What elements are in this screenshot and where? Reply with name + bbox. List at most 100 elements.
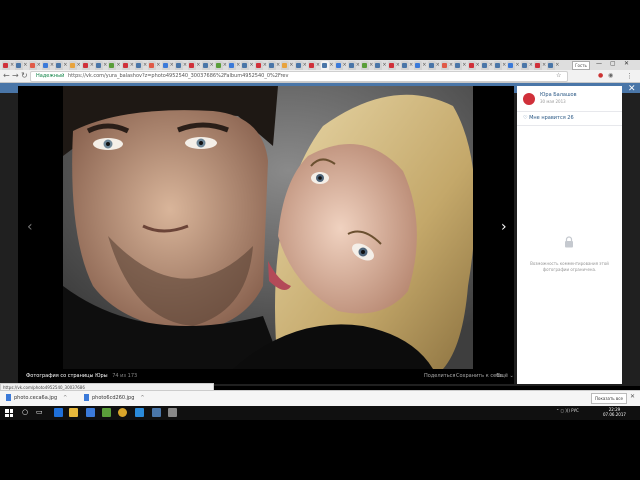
system-tray[interactable]: ⌃ ◻ ))) РУС (556, 408, 579, 413)
tab-close-icon[interactable]: × (369, 62, 373, 68)
windows-start-icon[interactable] (5, 409, 13, 417)
extension-icon[interactable]: ● (598, 71, 603, 81)
browser-tab[interactable]: × (547, 61, 560, 70)
browser-tab[interactable]: × (401, 61, 413, 70)
tab-close-icon[interactable]: × (542, 62, 546, 68)
tab-close-icon[interactable]: × (356, 62, 360, 68)
tab-close-icon[interactable]: × (289, 62, 293, 68)
menu-icon[interactable]: ⋮ (626, 71, 633, 81)
tab-close-icon[interactable]: × (90, 62, 94, 68)
browser-tab[interactable]: × (108, 61, 121, 70)
like-button[interactable]: ♡ Мне нравится 26 (523, 115, 574, 121)
browser-tab[interactable]: × (454, 61, 466, 70)
prev-photo-arrow-icon[interactable]: ‹ (27, 219, 33, 235)
task-view-icon[interactable]: ▭ (36, 408, 45, 417)
more-button[interactable]: Ещё ⌄ (497, 373, 514, 379)
browser-tab[interactable]: × (55, 61, 67, 70)
share-button[interactable]: Поделиться (424, 373, 455, 379)
browser-tab[interactable]: × (321, 61, 333, 70)
tab-close-icon[interactable]: × (23, 62, 27, 68)
browser-tab[interactable]: × (387, 61, 400, 70)
clock[interactable]: 22:29 07.06.2017 (603, 407, 626, 417)
tab-close-icon[interactable]: × (156, 62, 160, 68)
next-photo-arrow-icon[interactable]: › (501, 219, 507, 235)
app-icon[interactable] (102, 408, 111, 417)
forward-icon[interactable]: → (12, 71, 19, 81)
browser-tab[interactable]: × (334, 61, 347, 70)
browser-tab[interactable]: × (161, 61, 174, 70)
tab-close-icon[interactable]: × (196, 62, 200, 68)
tab-close-icon[interactable]: × (223, 62, 227, 68)
browser-tab[interactable]: × (507, 61, 520, 70)
tab-close-icon[interactable]: × (382, 62, 386, 68)
tab-close-icon[interactable]: × (529, 62, 533, 68)
browser-tab[interactable]: × (188, 61, 200, 70)
close-window-icon[interactable]: ✕ (624, 60, 629, 67)
browser-tab[interactable]: × (281, 61, 294, 70)
browser-tab[interactable]: × (2, 61, 14, 70)
tab-close-icon[interactable]: × (249, 62, 253, 68)
browser-tab[interactable]: × (294, 61, 307, 70)
browser-tab[interactable]: × (307, 61, 320, 70)
maximize-icon[interactable]: ▢ (610, 60, 616, 67)
browser-tab[interactable]: × (480, 61, 493, 70)
browser-tab[interactable]: × (135, 61, 147, 70)
tab-close-icon[interactable]: × (77, 62, 81, 68)
browser-tab[interactable]: × (28, 61, 41, 70)
tab-close-icon[interactable]: × (343, 62, 347, 68)
tab-close-icon[interactable]: × (502, 62, 506, 68)
tab-close-icon[interactable]: × (515, 62, 519, 68)
reload-icon[interactable]: ↻ (21, 71, 28, 81)
store-icon[interactable] (86, 408, 95, 417)
show-all-downloads-button[interactable]: Показать все (591, 393, 627, 404)
tab-close-icon[interactable]: × (116, 62, 120, 68)
tab-close-icon[interactable]: × (396, 62, 400, 68)
tab-close-icon[interactable]: × (143, 62, 147, 68)
browser-tab[interactable]: × (347, 61, 360, 70)
secure-label[interactable]: Надежный (36, 72, 64, 80)
chevron-up-icon[interactable]: ^ (63, 395, 67, 401)
skype-icon[interactable] (135, 408, 144, 417)
tab-close-icon[interactable]: × (476, 62, 480, 68)
file-explorer-icon[interactable] (69, 408, 78, 417)
tab-close-icon[interactable]: × (103, 62, 107, 68)
browser-tab[interactable]: × (174, 61, 187, 70)
browser-tab[interactable]: × (414, 61, 427, 70)
caption-text[interactable]: Фотография со страницы Юры (26, 373, 108, 379)
extension-icon[interactable]: ◉ (608, 71, 613, 81)
author-name[interactable]: Юра Балашов (540, 92, 577, 98)
browser-tab[interactable]: × (534, 61, 546, 70)
browser-tab[interactable]: × (121, 61, 134, 70)
browser-tab[interactable]: × (520, 61, 533, 70)
tab-close-icon[interactable]: × (10, 62, 14, 68)
tab-close-icon[interactable]: × (276, 62, 280, 68)
tab-close-icon[interactable]: × (555, 62, 559, 68)
browser-tab[interactable]: × (148, 61, 161, 70)
tab-close-icon[interactable]: × (329, 62, 333, 68)
browser-tab[interactable]: × (268, 61, 280, 70)
tab-close-icon[interactable]: × (263, 62, 267, 68)
browser-tab[interactable]: × (254, 61, 267, 70)
tab-close-icon[interactable]: × (63, 62, 67, 68)
browser-tab[interactable]: × (214, 61, 227, 70)
search-icon[interactable]: ○ (22, 408, 31, 417)
tab-close-icon[interactable]: × (170, 62, 174, 68)
browser-tab[interactable]: × (41, 61, 54, 70)
browser-tab[interactable]: × (81, 61, 94, 70)
browser-tab[interactable]: × (15, 61, 28, 70)
back-icon[interactable]: ← (3, 71, 10, 81)
close-viewer-icon[interactable]: ✕ (628, 84, 636, 94)
tab-close-icon[interactable]: × (316, 62, 320, 68)
tab-close-icon[interactable]: × (236, 62, 240, 68)
profile-badge[interactable]: Гость (572, 61, 590, 70)
tab-close-icon[interactable]: × (436, 62, 440, 68)
tab-close-icon[interactable]: × (409, 62, 413, 68)
tab-close-icon[interactable]: × (303, 62, 307, 68)
save-button[interactable]: Сохранить к себе (456, 373, 502, 379)
browser-tab[interactable]: × (201, 61, 214, 70)
tab-close-icon[interactable]: × (183, 62, 187, 68)
edge-icon[interactable] (54, 408, 63, 417)
close-downloads-icon[interactable]: ✕ (630, 393, 635, 400)
browser-tab[interactable]: × (494, 61, 506, 70)
app-icon[interactable] (168, 408, 177, 417)
